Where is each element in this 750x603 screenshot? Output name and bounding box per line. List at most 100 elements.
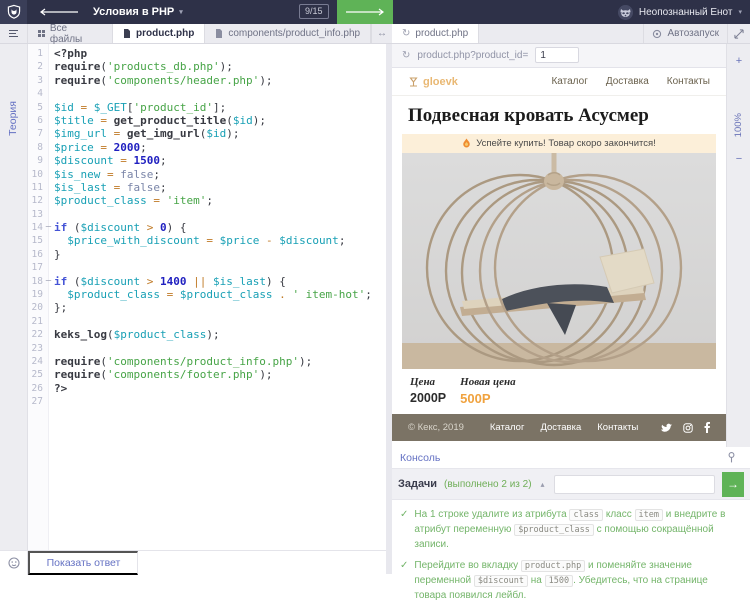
code-line[interactable]: 4 — [28, 87, 386, 100]
editor-bottom-bar: Показать ответ — [0, 550, 386, 575]
code-line[interactable]: 7$img_url = get_img_url($id); — [28, 127, 386, 140]
course-title-menu[interactable]: Условия в PHP ▾ — [93, 6, 183, 18]
footer-link-catalog[interactable]: Каталог — [490, 422, 525, 433]
raccoon-icon — [618, 5, 633, 20]
tab-product-php[interactable]: product.php — [113, 24, 205, 43]
code-line[interactable]: 8$price = 2000; — [28, 141, 386, 154]
nav-link-delivery[interactable]: Доставка — [606, 76, 649, 87]
code-line[interactable]: 12$product_class = 'item'; — [28, 194, 386, 207]
console-header[interactable]: Консоль — [392, 447, 750, 469]
zoom-in-button[interactable]: + — [727, 53, 750, 69]
chevron-down-icon: ▾ — [738, 8, 742, 16]
task-item: ✓Перейдите во вкладку product.php и поме… — [400, 558, 742, 603]
price-label: Цена — [410, 376, 446, 388]
code-text: $is_last = false; — [54, 181, 167, 194]
app-logo[interactable] — [0, 0, 27, 24]
twitter-icon[interactable] — [661, 423, 672, 433]
code-text: if ($discount > 0) { — [54, 221, 186, 234]
shop-logo[interactable]: gloevk — [408, 76, 458, 88]
preview-tab-product-php[interactable]: ↻ product.php — [392, 24, 479, 43]
fold-marker — [43, 395, 54, 408]
fold-marker[interactable]: – — [43, 275, 54, 288]
code-line[interactable]: 27 — [28, 395, 386, 408]
tasks-title: Задачи — [398, 478, 437, 490]
code-line[interactable]: 6$title = get_product_title($id); — [28, 114, 386, 127]
code-text: require('components/footer.php'); — [54, 368, 273, 381]
fold-marker — [43, 315, 54, 328]
code-line[interactable]: 22keks_log($product_class); — [28, 328, 386, 341]
expand-icon — [734, 29, 744, 39]
line-number: 27 — [28, 395, 43, 408]
code-line[interactable]: 25 require('components/footer.php'); — [28, 368, 386, 381]
code-line[interactable]: 18–if ($discount > 1400 || $is_last) { — [28, 275, 386, 288]
code-line[interactable]: 1<?php — [28, 47, 386, 60]
refresh-icon[interactable]: ↻ — [402, 50, 410, 61]
nav-link-catalog[interactable]: Каталог — [551, 76, 587, 87]
code-line[interactable]: 10$is_new = false; — [28, 168, 386, 181]
refresh-icon: ↻ — [402, 28, 410, 39]
code-line[interactable]: 5$id = $_GET['product_id']; — [28, 101, 386, 114]
nav-link-contacts[interactable]: Контакты — [667, 76, 710, 87]
progress-badge: 9/15 — [299, 4, 329, 19]
code-text: require('products_db.php'); — [54, 60, 233, 73]
footer-link-contacts[interactable]: Контакты — [597, 422, 638, 433]
fold-marker — [43, 47, 54, 60]
fullscreen-button[interactable] — [728, 24, 750, 43]
inline-code: product.php — [521, 560, 585, 572]
code-line[interactable]: 11 $is_last = false; — [28, 181, 386, 194]
back-button[interactable] — [39, 8, 79, 16]
code-line[interactable]: 24require('components/product_info.php')… — [28, 355, 386, 368]
tasks-progress-bar — [554, 475, 715, 494]
check-tasks-button[interactable]: → — [722, 472, 744, 497]
line-number: 25 — [28, 368, 43, 381]
pane-resize-handle[interactable]: ↔ — [371, 24, 392, 43]
fold-marker — [43, 168, 54, 181]
zoom-out-button[interactable]: − — [727, 151, 750, 167]
code-line[interactable]: 21 — [28, 315, 386, 328]
user-menu[interactable]: Неопознанный Енот ▾ — [618, 0, 742, 24]
code-line[interactable]: 14–if ($discount > 0) { — [28, 221, 386, 234]
fold-marker — [43, 342, 54, 355]
line-number: 11 — [28, 181, 43, 194]
editor-menu-toggle[interactable] — [0, 24, 28, 43]
user-name: Неопознанный Енот — [639, 7, 733, 18]
sidebar-item-theory[interactable]: Теория — [7, 101, 19, 136]
footer-link-delivery[interactable]: Доставка — [540, 422, 581, 433]
instagram-icon[interactable] — [683, 423, 693, 433]
code-line[interactable]: 23 — [28, 342, 386, 355]
preview-tab-label: product.php — [415, 28, 468, 39]
left-sidebar: Теория — [0, 43, 28, 550]
code-line[interactable]: 2require('products_db.php'); — [28, 60, 386, 73]
pin-button[interactable] — [721, 451, 742, 464]
code-line[interactable]: 26?> — [28, 382, 386, 395]
code-line[interactable]: 19 $product_class = $product_class . ' i… — [28, 288, 386, 301]
fold-marker — [43, 208, 54, 221]
code-editor[interactable]: 1<?php2require('products_db.php');3requi… — [28, 43, 386, 554]
tab-components-product-info-php[interactable]: components/product_info.php — [205, 24, 371, 43]
all-files-button[interactable]: Все файлы — [28, 24, 113, 43]
product-id-input[interactable] — [535, 47, 579, 63]
code-line[interactable]: 3require('components/header.php'); — [28, 74, 386, 87]
fold-marker[interactable]: – — [43, 221, 54, 234]
facebook-icon[interactable] — [704, 422, 710, 433]
code-line[interactable]: 9$discount = 1500; — [28, 154, 386, 167]
shop-logo-icon — [408, 76, 419, 87]
collapse-tasks-button[interactable]: ▴ — [539, 480, 547, 489]
line-number: 10 — [28, 168, 43, 181]
check-icon: ✓ — [400, 507, 408, 552]
line-number: 4 — [28, 87, 43, 100]
line-number: 17 — [28, 261, 43, 274]
next-task-button[interactable] — [337, 0, 393, 24]
keks-hint-button[interactable] — [0, 551, 28, 575]
line-number: 21 — [28, 315, 43, 328]
autorun-toggle[interactable]: Автозапуск — [643, 24, 728, 43]
code-text: $title = get_product_title($id); — [54, 114, 266, 127]
code-line[interactable]: 16} — [28, 248, 386, 261]
fold-marker — [43, 181, 54, 194]
show-answer-button[interactable]: Показать ответ — [28, 551, 138, 575]
task-text: Перейдите во вкладку product.php и помен… — [414, 558, 742, 603]
code-line[interactable]: 17 — [28, 261, 386, 274]
code-line[interactable]: 20}; — [28, 301, 386, 314]
code-line[interactable]: 15 $price_with_discount = $price - $disc… — [28, 234, 386, 247]
code-line[interactable]: 13 — [28, 208, 386, 221]
